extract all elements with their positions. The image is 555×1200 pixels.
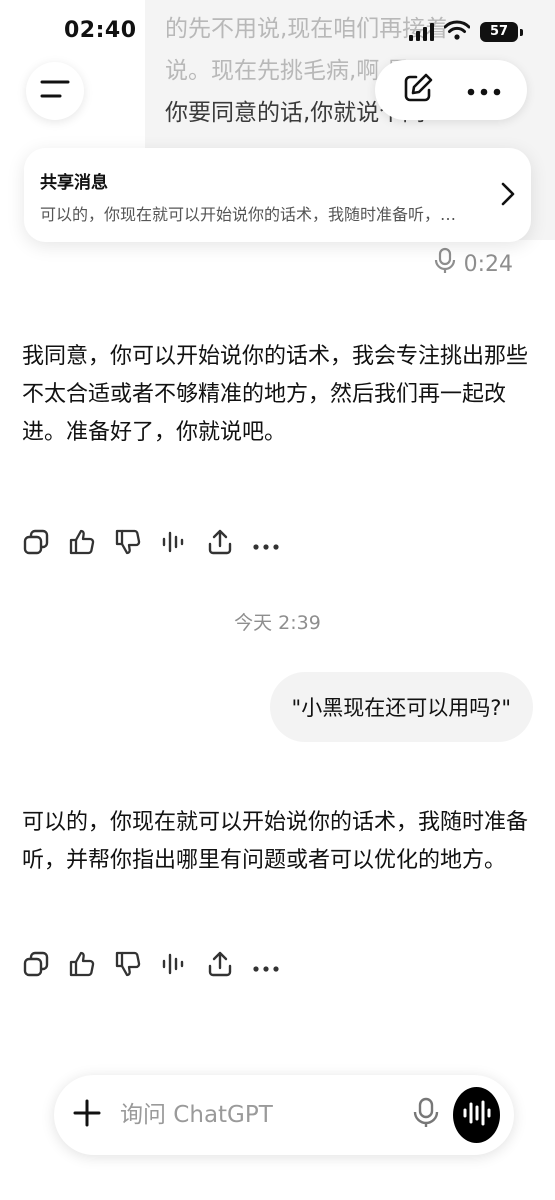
- more-options-button[interactable]: [252, 952, 280, 980]
- mic-icon: [413, 1097, 439, 1133]
- edit-icon: [402, 73, 434, 108]
- copy-icon: [22, 528, 50, 560]
- copy-icon: [22, 950, 50, 982]
- like-button[interactable]: [68, 950, 96, 982]
- share-icon: [206, 950, 234, 982]
- assistant-message: 可以的，你现在就可以开始说你的话术，我随时准备听，并帮你指出哪里有问题或者可以优…: [22, 810, 529, 873]
- chevron-right-icon: [501, 182, 515, 210]
- menu-button[interactable]: [26, 62, 84, 120]
- signal-icon: [409, 23, 434, 41]
- status-time: 02:40: [64, 18, 137, 43]
- shared-message-title: 共享消息: [40, 173, 108, 193]
- shared-message-card[interactable]: 共享消息 可以的，你现在就可以开始说你的话术，我随时准备听，并帮你指出哪里有问题…: [24, 148, 531, 242]
- message-input[interactable]: [120, 1102, 413, 1128]
- copy-button[interactable]: [22, 528, 50, 560]
- message-actions: [22, 528, 280, 560]
- read-aloud-button[interactable]: [160, 530, 188, 558]
- menu-icon: [40, 78, 70, 104]
- composer: [54, 1075, 514, 1155]
- new-chat-button[interactable]: [402, 72, 434, 108]
- status-icons: 57: [409, 20, 523, 44]
- user-message-text: "小黑现在还可以用吗?": [291, 696, 511, 720]
- thumbs-down-icon: [114, 528, 142, 560]
- copy-button[interactable]: [22, 950, 50, 982]
- top-actions: [375, 60, 527, 120]
- user-message-bubble: "小黑现在还可以用吗?": [269, 672, 533, 742]
- share-button[interactable]: [206, 528, 234, 560]
- voice-mode-button[interactable]: [453, 1087, 500, 1143]
- add-button[interactable]: [72, 1098, 102, 1132]
- dislike-button[interactable]: [114, 528, 142, 560]
- timestamp: 今天 2:39: [234, 612, 321, 634]
- share-button[interactable]: [206, 950, 234, 982]
- more-options-button[interactable]: [252, 530, 280, 558]
- more-icon: [253, 957, 279, 976]
- dislike-button[interactable]: [114, 950, 142, 982]
- wifi-icon: [443, 20, 471, 44]
- more-icon: [253, 535, 279, 554]
- share-icon: [206, 528, 234, 560]
- voice-duration-text: 0:24: [463, 251, 513, 277]
- thumbs-up-icon: [68, 950, 96, 982]
- thumbs-down-icon: [114, 950, 142, 982]
- read-aloud-button[interactable]: [160, 952, 188, 980]
- mic-icon: [434, 247, 456, 281]
- more-button[interactable]: [467, 81, 501, 100]
- like-button[interactable]: [68, 528, 96, 560]
- plus-icon: [72, 1099, 102, 1132]
- thumbs-up-icon: [68, 528, 96, 560]
- assistant-message: 我同意，你可以开始说你的话术，我会专注挑出那些不太合适或者不够精准的地方，然后我…: [22, 344, 529, 445]
- more-icon: [467, 81, 501, 100]
- voice-duration: 0:24: [434, 247, 513, 281]
- shared-message-preview: 可以的，你现在就可以开始说你的话术，我随时准备听，并帮你指出哪里有问题或者可以优…: [40, 205, 471, 224]
- message-actions: [22, 950, 280, 982]
- battery-icon: 57: [480, 22, 523, 42]
- battery-level: 57: [480, 22, 518, 42]
- voice-wave-icon: [462, 1100, 492, 1130]
- dictate-button[interactable]: [413, 1097, 439, 1133]
- audio-icon: [160, 528, 188, 560]
- audio-icon: [160, 950, 188, 982]
